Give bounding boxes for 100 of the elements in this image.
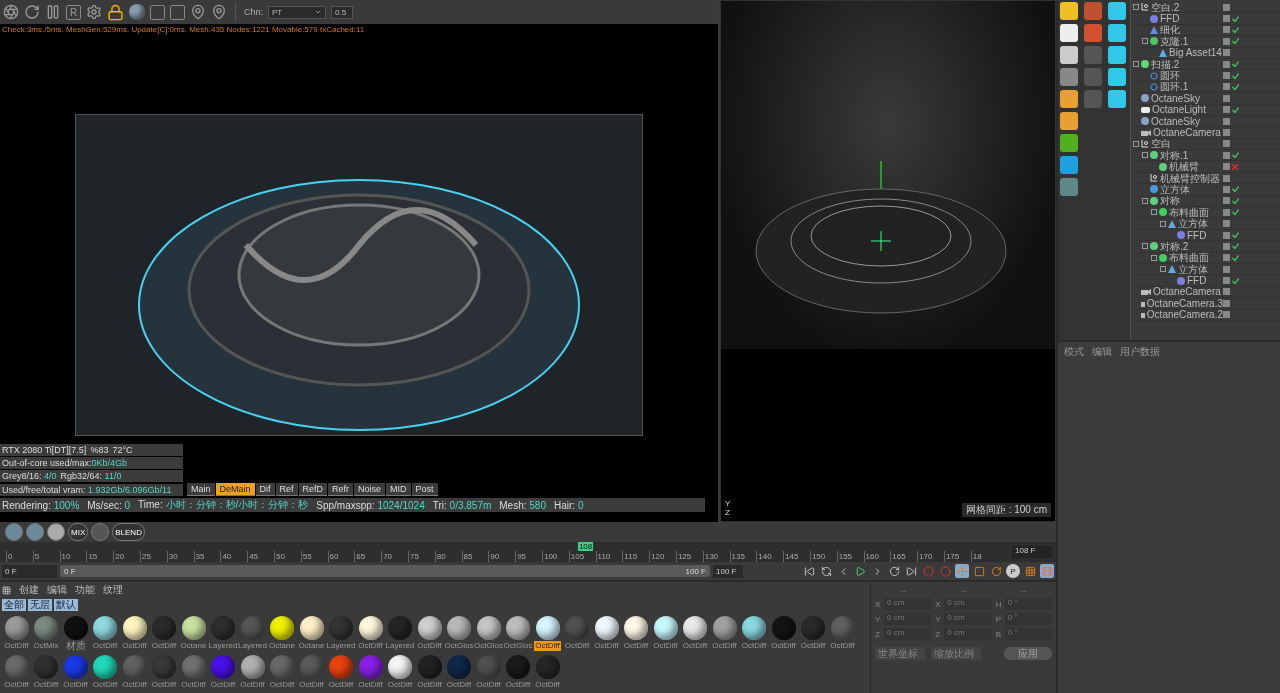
material-thumbnail[interactable] — [329, 615, 353, 640]
tool-icon[interactable] — [1108, 24, 1126, 42]
material-thumbnail[interactable] — [152, 654, 176, 679]
object-name[interactable]: 布料曲面 — [1169, 206, 1209, 218]
material-name[interactable]: Layered — [207, 641, 239, 651]
material-name[interactable]: OctDiff — [475, 680, 502, 690]
refresh-icon[interactable] — [24, 4, 40, 20]
material-thumbnail[interactable] — [771, 615, 796, 640]
object-name[interactable]: 机械臂 — [1169, 161, 1199, 173]
tool-icon[interactable] — [1108, 68, 1126, 86]
material-thumbnail[interactable] — [4, 654, 29, 679]
material-thumbnail[interactable] — [211, 615, 235, 640]
apply-button[interactable]: 应用 — [1004, 647, 1052, 660]
material-thumbnail[interactable] — [447, 615, 471, 640]
material-name[interactable]: OctDiff — [534, 680, 561, 690]
object-name[interactable]: 对称.1 — [1160, 149, 1189, 161]
object-name[interactable]: 空白 — [1151, 138, 1171, 150]
material-thumbnail[interactable] — [830, 615, 855, 640]
collapse-icon[interactable] — [1142, 38, 1148, 45]
material-thumbnail[interactable] — [211, 654, 235, 679]
object-name[interactable]: Big Asset14 — [1169, 47, 1222, 59]
material-thumbnail[interactable] — [4, 615, 29, 640]
material-name[interactable]: OctDiff — [416, 680, 443, 690]
object-name[interactable]: 扫描.2 — [1151, 58, 1180, 70]
object-name[interactable]: 立方体 — [1178, 263, 1208, 275]
material-name[interactable]: 材质 — [64, 641, 87, 651]
material-name[interactable]: Octane — [179, 641, 208, 651]
material-thumbnail[interactable] — [476, 654, 501, 679]
material-thumbnail[interactable] — [742, 615, 766, 640]
tool-icon[interactable] — [1108, 90, 1126, 108]
pass-tab[interactable]: Ref — [275, 483, 298, 496]
material-thumbnail[interactable] — [270, 654, 294, 679]
filter-button[interactable]: 默认 — [54, 599, 78, 611]
material-name[interactable]: OctDiff — [357, 680, 384, 690]
material-name[interactable]: OctDiff — [563, 641, 591, 651]
material-thumbnail[interactable] — [653, 615, 678, 640]
pass-tab[interactable]: Main — [187, 483, 215, 496]
pass-tab[interactable]: Refr — [328, 483, 354, 496]
material-name[interactable]: OctDiff — [681, 641, 709, 651]
material-thumbnail[interactable] — [801, 615, 825, 640]
material-name[interactable]: OctDiff — [150, 641, 178, 651]
material-name[interactable]: OctDiff — [740, 641, 768, 651]
material-thumbnail[interactable] — [506, 654, 530, 679]
object-name[interactable]: 立方体 — [1178, 218, 1208, 230]
material-name[interactable]: OctDiff — [62, 680, 89, 690]
material-thumbnail[interactable] — [417, 615, 442, 640]
material-thumbnail[interactable] — [122, 615, 147, 640]
material-name[interactable]: OctDiff — [593, 641, 620, 651]
material-name[interactable]: OctDiff — [239, 680, 266, 690]
material-name[interactable]: Layered — [237, 641, 268, 651]
material-thumbnail[interactable] — [358, 615, 383, 640]
attribute-tab[interactable]: 编辑 — [1092, 345, 1112, 359]
collapse-icon[interactable] — [1133, 4, 1139, 11]
object-name[interactable]: 空白.2 — [1151, 1, 1180, 13]
material-thumbnail[interactable] — [535, 654, 560, 679]
material-thumbnail[interactable] — [240, 615, 265, 640]
material-thumbnail[interactable] — [240, 654, 265, 679]
material-name[interactable]: OctDiff — [209, 680, 237, 690]
square-icon[interactable] — [150, 4, 165, 20]
tool-icon[interactable] — [1060, 90, 1078, 108]
menu-item[interactable]: 编辑 — [47, 583, 67, 597]
pin-icon[interactable] — [190, 4, 206, 20]
material-name[interactable]: OctDiff — [32, 680, 60, 690]
lock-icon[interactable] — [107, 3, 124, 21]
parameter-button[interactable]: P — [1006, 564, 1020, 578]
material-name[interactable]: OctGlos — [443, 641, 475, 651]
pass-tab[interactable]: RefD — [298, 483, 328, 496]
aperture-icon[interactable] — [3, 4, 19, 20]
material-name[interactable]: OctDiff — [829, 641, 856, 651]
material-name[interactable]: OctDiff — [121, 680, 148, 690]
object-name[interactable]: OctaneCamera.3 — [1146, 297, 1223, 309]
loop-button[interactable] — [887, 564, 901, 578]
first-frame-button[interactable] — [802, 564, 816, 578]
object-name[interactable]: OctaneSky — [1151, 92, 1200, 104]
material-name[interactable]: OctDiff — [799, 641, 827, 651]
material-name[interactable]: Octane — [297, 641, 326, 651]
object-name[interactable]: 细化 — [1160, 24, 1180, 36]
material-name[interactable]: OctDiff — [91, 641, 119, 651]
material-thumbnail[interactable] — [63, 654, 88, 679]
menu-item[interactable]: 纹理 — [103, 583, 123, 597]
object-name[interactable]: 对称 — [1160, 195, 1180, 207]
object-name[interactable]: 布料曲面 — [1169, 252, 1209, 264]
material-name[interactable]: OctMix — [32, 641, 60, 651]
object-name[interactable]: FFD — [1160, 13, 1180, 25]
object-name[interactable]: 机械臂控制器 — [1160, 172, 1220, 184]
loop-button[interactable] — [819, 564, 833, 578]
material-name[interactable]: OctDiff — [3, 641, 30, 651]
material-name[interactable]: OctGlos — [502, 641, 534, 651]
material-name[interactable]: OctDiff — [504, 680, 532, 690]
object-name[interactable]: OctaneCamera — [1153, 286, 1221, 298]
material-thumbnail[interactable] — [388, 615, 412, 640]
material-thumbnail[interactable] — [63, 615, 88, 640]
pass-tab[interactable]: Dif — [255, 483, 275, 496]
tool-icon[interactable] — [1060, 112, 1078, 130]
preview-mode-button[interactable]: BLEND — [112, 523, 145, 541]
menu-item[interactable]: 功能 — [75, 583, 95, 597]
end-frame-field[interactable]: 108 F — [1012, 546, 1052, 558]
material-name[interactable]: OctDiff — [445, 680, 473, 690]
material-thumbnail[interactable] — [594, 615, 619, 640]
material-thumbnail[interactable] — [93, 615, 117, 640]
